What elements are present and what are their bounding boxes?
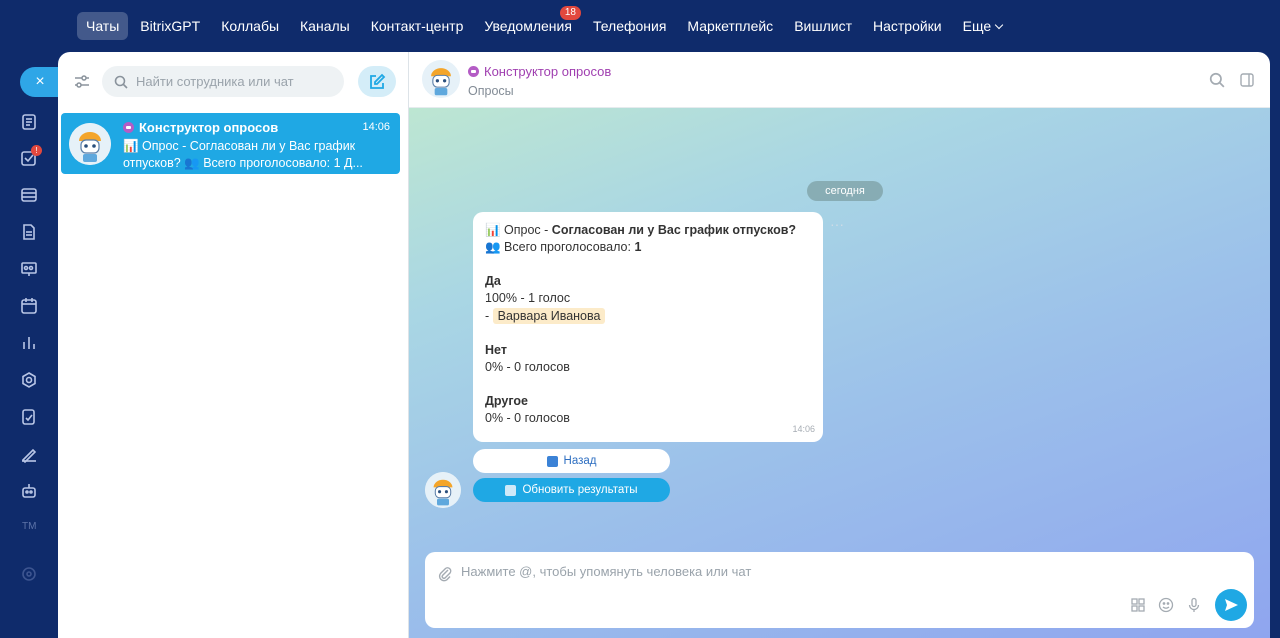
attach-icon[interactable]	[438, 566, 452, 582]
calendar-icon[interactable]	[20, 297, 38, 315]
apps-grid-icon[interactable]	[1130, 597, 1146, 613]
message-time: 14:06	[792, 424, 815, 434]
bot-icon	[123, 122, 134, 133]
date-separator: сегодня	[807, 181, 883, 201]
chat-subtitle: Опросы	[468, 84, 514, 98]
refresh-button-label: Обновить результаты	[522, 484, 638, 496]
nav-wishlist[interactable]: Вишлист	[785, 12, 861, 40]
chat-title-text: Конструктор опросов	[484, 64, 612, 79]
message-area: сегодня 📊 Опрос - Согласован ли у Вас гр…	[409, 108, 1270, 638]
poll-option-label: Нет	[485, 343, 507, 357]
notifications-badge: 18	[559, 6, 581, 20]
chat-item-time: 14:06	[362, 121, 390, 133]
nav-notifications[interactable]: Уведомления 18	[475, 6, 581, 40]
settings-gear-icon[interactable]	[20, 565, 38, 583]
chat-item-title-text: Конструктор опросов	[139, 120, 279, 135]
message-menu-icon[interactable]: ···	[830, 217, 850, 232]
chat-item-preview: 📊 Опрос - Согласован ли у Вас график отп…	[123, 139, 363, 170]
documents-icon[interactable]	[20, 223, 38, 241]
sidebar-toggle-icon[interactable]	[1239, 72, 1255, 88]
poll-option-result: 0% - 0 голосов	[485, 411, 570, 425]
nav-label: Уведомления	[484, 18, 572, 34]
nav-collabs[interactable]: Коллабы	[212, 12, 288, 40]
top-navigation: Чаты BitrixGPT Коллабы Каналы Контакт-це…	[0, 0, 1280, 52]
poll-message: 📊 Опрос - Согласован ли у Вас график отп…	[473, 212, 823, 442]
chat-window: Конструктор опросов Опросы сегодня 📊 Опр…	[408, 52, 1270, 638]
message-composer	[425, 552, 1254, 628]
nav-chats[interactable]: Чаты	[77, 12, 129, 40]
filter-icon[interactable]	[72, 72, 92, 92]
emoji-icon[interactable]	[1158, 597, 1174, 613]
nav-label: Каналы	[300, 18, 350, 34]
poll-question: Согласован ли у Вас график отпусков?	[551, 223, 797, 237]
poll-option-label: Да	[485, 274, 501, 288]
user-mention[interactable]: Варвара Иванова	[492, 308, 606, 324]
poll-voter-line: - Варвара Иванова	[485, 308, 811, 325]
nav-contact-center[interactable]: Контакт-центр	[362, 12, 473, 40]
nav-label: Настройки	[872, 18, 942, 34]
search-box[interactable]	[102, 66, 344, 97]
poll-prefix: 📊 Опрос -	[485, 223, 552, 237]
tasks-badge: !	[31, 145, 42, 156]
search-input[interactable]	[136, 74, 326, 89]
search-icon	[114, 75, 128, 89]
nav-label: Коллабы	[221, 18, 280, 34]
refresh-icon	[505, 484, 517, 496]
chat-header: Конструктор опросов Опросы	[409, 52, 1270, 108]
nav-label: Еще	[962, 18, 992, 34]
nav-label: BitrixGPT	[140, 18, 201, 34]
send-button[interactable]	[1215, 589, 1247, 621]
close-rail-button[interactable]: ×	[20, 67, 60, 97]
edit-icon	[370, 73, 386, 89]
analytics-icon[interactable]	[20, 334, 38, 352]
back-button-label: Назад	[563, 455, 597, 467]
robot-icon[interactable]	[20, 482, 38, 500]
forms-icon[interactable]	[20, 408, 38, 426]
nav-label: Телефония	[592, 18, 667, 34]
chat-list-panel: Конструктор опросов 14:06 📊 Опрос - Согл…	[58, 52, 408, 638]
bot-avatar[interactable]	[425, 472, 461, 508]
poll-total-count: 1	[634, 240, 642, 254]
microphone-icon[interactable]	[1186, 597, 1202, 613]
nav-label: Контакт-центр	[370, 18, 464, 34]
back-button[interactable]: Назад	[473, 449, 670, 473]
search-icon[interactable]	[1209, 72, 1225, 88]
poll-option-label: Другое	[485, 394, 528, 408]
nav-settings[interactable]: Настройки	[864, 12, 951, 40]
chat-list-item[interactable]: Конструктор опросов 14:06 📊 Опрос - Согл…	[61, 113, 400, 174]
poll-total-prefix: 👥 Всего проголосовало:	[485, 240, 635, 254]
rail-tm-label: TM	[22, 521, 37, 532]
sign-icon[interactable]	[20, 445, 38, 463]
poll-option-result: 100% - 1 голос	[485, 291, 571, 305]
chat-item-title: Конструктор опросов	[123, 120, 278, 135]
hexagon-icon[interactable]	[20, 371, 38, 389]
nav-label: Маркетплейс	[687, 18, 774, 34]
left-rail: × ! TM	[0, 52, 60, 638]
bot-avatar[interactable]	[422, 60, 460, 98]
nav-telephony[interactable]: Телефония	[584, 12, 675, 40]
nav-bitrixgpt[interactable]: BitrixGPT	[131, 12, 209, 40]
poll-title-line: 📊 Опрос - Согласован ли у Вас график отп…	[485, 222, 811, 239]
nav-channels[interactable]: Каналы	[291, 12, 359, 40]
nav-label: Вишлист	[794, 18, 852, 34]
chat-title[interactable]: Конструктор опросов	[468, 64, 611, 79]
video-board-icon[interactable]	[20, 260, 38, 278]
send-icon	[1225, 599, 1238, 611]
message-input[interactable]	[461, 564, 1101, 594]
poll-option-result: 0% - 0 голосов	[485, 360, 570, 374]
chevron-down-icon	[994, 20, 1004, 30]
refresh-results-button[interactable]: Обновить результаты	[473, 478, 670, 502]
poll-total-line: 👥 Всего проголосовало: 1	[485, 239, 811, 256]
bot-avatar	[69, 123, 111, 165]
nav-marketplace[interactable]: Маркетплейс	[678, 12, 782, 40]
arrow-left-icon	[546, 455, 558, 467]
nav-more[interactable]: Еще	[954, 12, 1012, 40]
feed-icon[interactable]	[20, 113, 38, 131]
nav-label: Чаты	[86, 18, 120, 34]
bot-icon	[468, 66, 479, 77]
voter-prefix: -	[485, 309, 493, 323]
new-chat-button[interactable]	[358, 66, 396, 97]
close-icon: ×	[35, 73, 45, 90]
drive-icon[interactable]	[20, 186, 38, 204]
